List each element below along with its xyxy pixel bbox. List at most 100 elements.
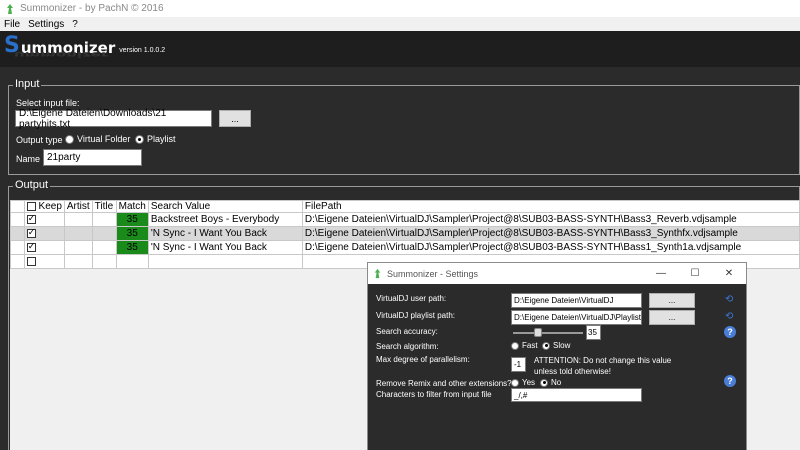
browse-playlist-path-button[interactable]: ...	[649, 310, 695, 325]
reset-icon[interactable]: ⟲	[725, 294, 733, 305]
title-cell[interactable]	[91, 240, 117, 255]
playlist-path-label: VirtualDJ playlist path:	[376, 311, 455, 320]
help-icon[interactable]: ?	[724, 326, 736, 338]
radio-remix-no[interactable]: No	[540, 378, 561, 387]
search-value-cell[interactable]: 'N Sync - I Want You Back	[147, 240, 303, 255]
radio-virtual-label: Virtual Folder	[77, 134, 131, 144]
radio-no-label: No	[551, 378, 562, 387]
radio-dot-selected	[542, 341, 550, 350]
reset-icon[interactable]: ⟲	[725, 311, 733, 322]
app-icon	[374, 268, 381, 279]
help-icon[interactable]: ?	[724, 375, 736, 387]
input-file-field[interactable]: D:\Eigene Dateien\Downloads\21 partyhits…	[15, 108, 212, 130]
artist-cell[interactable]	[63, 212, 93, 227]
settings-window: Summonizer - Settings — ☐ ✕ VirtualDJ us…	[367, 262, 747, 450]
accuracy-slider-track[interactable]	[513, 332, 583, 334]
artist-cell[interactable]	[63, 240, 93, 255]
artist-cell[interactable]	[63, 254, 93, 269]
browse-user-path-button[interactable]: ...	[649, 293, 695, 308]
radio-virtual-folder[interactable]: Virtual Folder	[65, 134, 130, 144]
close-icon[interactable]: ✕	[712, 263, 746, 284]
table-row[interactable]: 35 'N Sync - I Want You Back D:\Eigene D…	[10, 240, 800, 255]
output-type-label: Output type	[16, 135, 63, 145]
keep-checkbox[interactable]	[26, 227, 36, 238]
radio-remix-yes[interactable]: Yes	[511, 378, 535, 387]
search-value-cell[interactable]: Backstreet Boys - Everybody	[147, 212, 303, 227]
table-row[interactable]: 35 'N Sync - I Want You Back D:\Eigene D…	[10, 226, 800, 241]
menu-settings[interactable]: Settings	[24, 19, 68, 30]
search-value-cell[interactable]: 'N Sync - I Want You Back	[147, 226, 303, 241]
row-header	[10, 254, 25, 269]
keep-checkbox[interactable]	[26, 213, 36, 224]
artist-cell[interactable]	[63, 226, 93, 241]
output-group-title: Output	[13, 179, 51, 191]
radio-playlist-label: Playlist	[147, 134, 176, 144]
window-title: Summonizer - by PachN © 2016	[20, 3, 164, 14]
search-value-cell[interactable]	[147, 254, 303, 269]
user-path-label: VirtualDJ user path:	[376, 294, 447, 303]
col-keep-label: Keep	[38, 201, 62, 212]
user-path-field[interactable]: D:\Eigene Dateien\VirtualDJ	[511, 293, 642, 308]
menu-bar: File Settings ?	[0, 17, 800, 31]
col-filepath[interactable]: FilePath	[301, 200, 800, 213]
maximize-icon[interactable]: ☐	[678, 263, 712, 284]
settings-titlebar: Summonizer - Settings — ☐ ✕	[368, 263, 746, 284]
window-titlebar: Summonizer - by PachN © 2016	[0, 0, 800, 17]
minimize-icon[interactable]: —	[644, 263, 678, 284]
logo-reflection: ummonizer	[14, 50, 109, 59]
radio-dot-selected	[135, 134, 144, 144]
match-cell: 35	[115, 240, 149, 255]
name-field[interactable]: 21party	[43, 149, 142, 166]
match-cell	[115, 254, 149, 269]
keep-cell[interactable]	[23, 226, 65, 241]
radio-dot-selected	[540, 378, 548, 387]
title-cell[interactable]	[91, 212, 117, 227]
select-input-label: Select input file:	[16, 98, 80, 108]
menu-file[interactable]: File	[0, 19, 24, 30]
filter-chars-field[interactable]: _/,#	[511, 388, 642, 402]
filepath-cell[interactable]: D:\Eigene Dateien\VirtualDJ\Sampler\Proj…	[301, 226, 800, 241]
keep-cell[interactable]	[23, 254, 65, 269]
title-cell[interactable]	[91, 226, 117, 241]
accuracy-field[interactable]: 35	[586, 325, 601, 340]
radio-algo-slow[interactable]: Slow	[542, 341, 570, 350]
accuracy-slider-thumb[interactable]	[534, 328, 542, 337]
keep-checkbox[interactable]	[26, 241, 36, 252]
algorithm-label: Search algorithm:	[376, 342, 439, 351]
menu-help[interactable]: ?	[68, 19, 82, 30]
col-match[interactable]: Match	[115, 200, 149, 213]
keep-checkbox[interactable]	[26, 256, 36, 266]
parallelism-warning: ATTENTION: Do not change this value unle…	[534, 356, 672, 376]
filepath-cell[interactable]: D:\Eigene Dateien\VirtualDJ\Sampler\Proj…	[301, 240, 800, 255]
col-artist[interactable]: Artist	[63, 200, 93, 213]
output-table: Keep Artist Title Match Search Value Fil…	[10, 200, 800, 269]
input-group-title: Input	[13, 78, 42, 90]
settings-title: Summonizer - Settings	[387, 268, 479, 279]
accuracy-label: Search accuracy:	[376, 327, 438, 336]
col-title[interactable]: Title	[91, 200, 117, 213]
match-cell: 35	[115, 226, 149, 241]
table-row[interactable]: 35 Backstreet Boys - Everybody D:\Eigene…	[10, 212, 800, 227]
keep-cell[interactable]	[23, 240, 65, 255]
radio-playlist[interactable]: Playlist	[135, 134, 176, 144]
radio-fast-label: Fast	[522, 341, 538, 350]
window-controls: — ☐ ✕	[644, 263, 746, 284]
col-search-value[interactable]: Search Value	[147, 200, 303, 213]
filter-chars-label: Characters to filter from input file	[376, 390, 492, 399]
remix-label: Remove Remix and other extensions?	[376, 379, 512, 388]
playlist-path-field[interactable]: D:\Eigene Dateien\VirtualDJ\Playlists	[511, 310, 642, 325]
col-keep[interactable]: Keep	[23, 200, 65, 213]
radio-algo-fast[interactable]: Fast	[511, 341, 538, 350]
radio-dot	[511, 341, 519, 350]
radio-slow-label: Slow	[553, 341, 571, 350]
title-cell[interactable]	[91, 254, 117, 269]
match-cell: 35	[115, 212, 149, 227]
select-all-checkbox[interactable]	[26, 201, 36, 211]
browse-input-button[interactable]: ...	[219, 110, 251, 127]
filepath-cell[interactable]: D:\Eigene Dateien\VirtualDJ\Sampler\Proj…	[301, 212, 800, 227]
table-header-row: Keep Artist Title Match Search Value Fil…	[10, 200, 800, 213]
app-icon	[7, 3, 13, 14]
parallelism-field[interactable]: -1	[511, 357, 526, 372]
keep-cell[interactable]	[23, 212, 65, 227]
radio-dot	[511, 378, 519, 387]
